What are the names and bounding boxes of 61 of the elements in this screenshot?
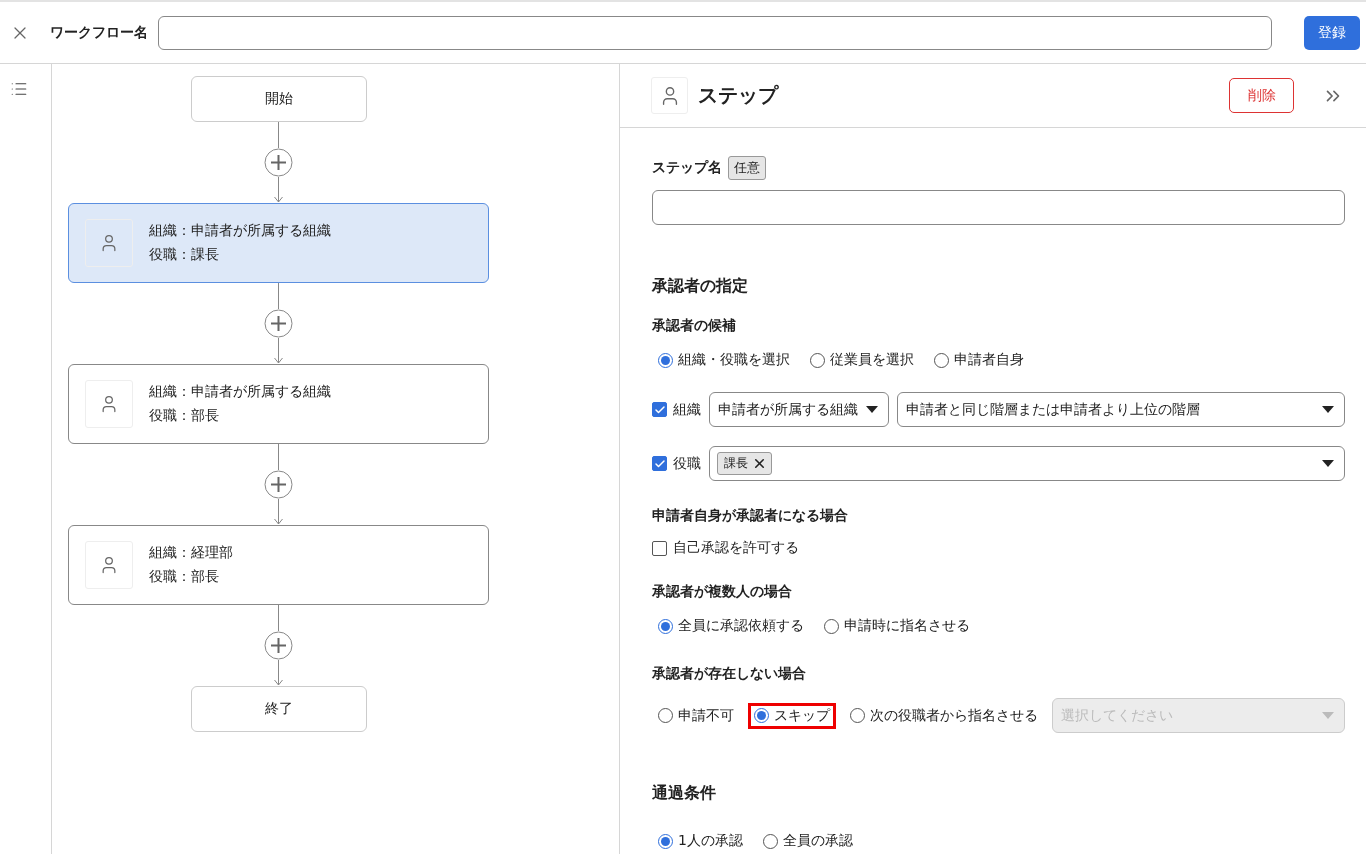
- register-button[interactable]: 登録: [1304, 15, 1360, 50]
- panel-title: ステップ: [698, 82, 780, 109]
- group-label: 承認者が複数人の場合: [652, 582, 793, 601]
- add-step-button[interactable]: [264, 148, 293, 177]
- add-step-button[interactable]: [264, 309, 293, 338]
- checkbox-option[interactable]: 自己承認を許可する: [652, 539, 799, 557]
- group-label: 申請者自身が承認者になる場合: [652, 506, 849, 525]
- radio-option[interactable]: 1人の承認: [652, 828, 749, 854]
- checkbox-option[interactable]: 組織: [652, 400, 701, 419]
- radio-option[interactable]: 全員の承認: [756, 828, 859, 854]
- down-arrow: [274, 177, 283, 203]
- caret-icon: [866, 406, 878, 413]
- radio-option[interactable]: スキップ: [748, 702, 836, 729]
- node-label: 終了: [264, 700, 293, 718]
- tag-chip[interactable]: 課長: [717, 452, 772, 475]
- radio-option[interactable]: 組織・役職を選択: [652, 347, 796, 373]
- caret-icon: [1322, 712, 1334, 719]
- list-icon: [10, 80, 28, 98]
- field-label: ワークフロー名: [50, 23, 148, 42]
- checkbox[interactable]: [652, 402, 667, 417]
- group-label: 承認者の候補: [652, 316, 737, 335]
- tag-select-field[interactable]: 課長: [709, 446, 1345, 481]
- step-detail: 組織：経理部: [149, 544, 233, 562]
- section-heading: 承認者の指定: [652, 275, 749, 297]
- flow-node[interactable]: 終了: [190, 686, 367, 732]
- section-heading: 通過条件: [652, 782, 717, 804]
- step-detail: 組織：申請者が所属する組織: [149, 222, 331, 240]
- step-detail: 組織：申請者が所属する組織: [149, 383, 331, 401]
- down-arrow: [274, 660, 283, 686]
- radio-option[interactable]: 次の役職者から指名させる: [844, 702, 1044, 729]
- step-name-field[interactable]: [652, 190, 1345, 225]
- down-arrow: [274, 499, 283, 525]
- down-arrow: [274, 338, 283, 364]
- group-label: 承認者が存在しない場合: [652, 664, 807, 683]
- checkbox-option[interactable]: 役職: [652, 454, 701, 473]
- radio-option[interactable]: 全員に承認依頼する: [652, 613, 810, 639]
- remove-icon[interactable]: [752, 456, 767, 471]
- workflow-name-field[interactable]: [158, 15, 1272, 50]
- radio-option[interactable]: 申請者自身: [928, 347, 1030, 373]
- add-step-button[interactable]: [264, 631, 293, 660]
- step-detail: 役職：部長: [149, 407, 220, 425]
- step-card[interactable]: 組織：申請者が所属する組織 役職：部長: [68, 364, 489, 444]
- radio-option[interactable]: 従業員を選択: [804, 347, 920, 373]
- flow-node[interactable]: 開始: [190, 76, 367, 122]
- optional-badge: 任意: [728, 156, 766, 180]
- add-step-button[interactable]: [264, 470, 293, 499]
- delete-button[interactable]: 削除: [1229, 78, 1294, 113]
- radio-option[interactable]: 申請不可: [652, 702, 740, 729]
- step-card[interactable]: 組織：経理部 役職：部長: [68, 525, 489, 605]
- caret-icon: [1322, 460, 1334, 467]
- radio-option[interactable]: 申請時に指名させる: [818, 613, 976, 639]
- step-card[interactable]: 組織：申請者が所属する組織 役職：課長: [68, 203, 489, 283]
- step-detail: 役職：課長: [149, 246, 220, 264]
- checkbox[interactable]: [652, 540, 667, 556]
- caret-icon: [1322, 406, 1334, 413]
- select-field[interactable]: 申請者が所属する組織: [709, 392, 889, 427]
- field-label: ステップ名: [652, 159, 722, 177]
- node-label: 開始: [264, 90, 293, 108]
- step-detail: 役職：部長: [149, 568, 220, 586]
- select-field[interactable]: 申請者と同じ階層または申請者より上位の階層: [897, 392, 1345, 427]
- checkbox[interactable]: [652, 456, 667, 471]
